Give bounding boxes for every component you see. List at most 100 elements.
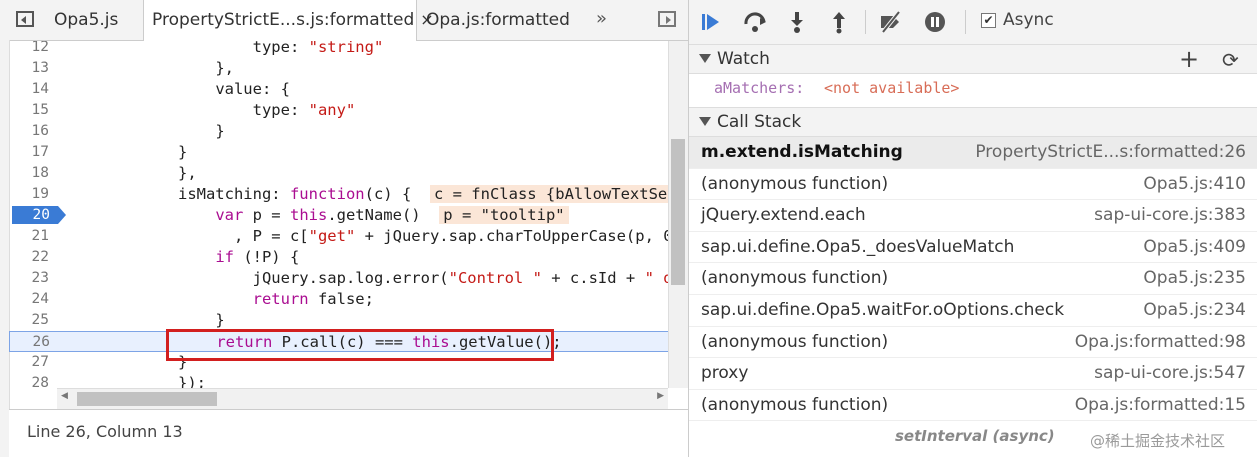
line-number[interactable]: 24 [9,289,49,310]
code-line[interactable]: 22 if (!P) { [9,247,669,268]
deactivate-breakpoints-icon[interactable] [879,10,903,34]
watermark: @稀土掘金技术社区 [1090,432,1226,450]
toolbar-divider [965,10,966,34]
resume-icon[interactable] [699,10,723,34]
line-number[interactable]: 12 [9,41,49,58]
code-line[interactable]: 18 }, [9,163,669,184]
scrollbar-thumb[interactable] [77,392,217,406]
code-text: }, [66,163,197,184]
call-frame-function: proxy [701,363,749,384]
code-line[interactable]: 13 }, [9,58,669,79]
call-stack-section-header[interactable]: Call Stack [689,107,1257,137]
expand-triangle-icon [699,54,711,63]
call-frame[interactable]: (anonymous function) Opa.js:formatted:98 [689,327,1257,359]
code-line[interactable]: 19 isMatching: function(c) { c = fnClass… [9,184,669,205]
code-token: (c) { [364,185,430,203]
code-text: } [66,121,224,142]
line-number[interactable]: 17 [9,142,49,163]
line-number[interactable]: 19 [9,184,49,205]
code-line[interactable]: 15 type: "any" [9,100,669,121]
call-frame[interactable]: proxy sap-ui-core.js:547 [689,358,1257,390]
call-frame-location[interactable]: Opa5.js:234 [1143,300,1246,320]
vertical-scrollbar[interactable] [668,41,689,388]
call-frame-location[interactable]: Opa5.js:410 [1143,174,1246,194]
call-frame[interactable]: (anonymous function) Opa.js:formatted:15 [689,390,1257,422]
code-text: jQuery.sap.log.error("Control " + c.sId … [66,268,669,289]
call-frame-function: (anonymous function) [701,394,889,415]
watch-item[interactable]: aMatchers: <not available> [689,74,1257,106]
call-frame[interactable]: sap.ui.define.Opa5._doesValueMatch Opa5.j… [689,232,1257,264]
toggle-navigator-icon[interactable] [16,11,34,27]
code-line[interactable]: 17 } [9,142,669,163]
code-token: }); [177,374,206,388]
call-frame[interactable]: sap.ui.define.Opa5.waitFor.oOptions.chec… [689,295,1257,327]
call-stack-title: Call Stack [717,112,802,132]
step-into-icon[interactable] [785,10,809,34]
line-number[interactable]: 13 [9,58,49,79]
code-token: jQuery.sap.log.error( [252,269,449,287]
string-token: "any" [308,101,356,119]
refresh-watch-icon[interactable]: ⟳ [1222,47,1239,73]
tab-opa5-js[interactable]: Opa5.js [46,0,126,40]
call-frame-location[interactable]: Opa.js:formatted:15 [1075,395,1246,415]
tab-property-strict-equals[interactable]: PropertyStrictE...s.js:formatted × [143,0,434,41]
line-number[interactable]: 27 [9,352,49,373]
call-frame[interactable]: (anonymous function) Opa5.js:235 [689,263,1257,295]
code-text: type: "string" [66,41,384,58]
toggle-debugger-icon[interactable] [658,11,676,27]
code-token: + c.sId + [541,269,645,287]
watch-section-header[interactable]: Watch + ⟳ [689,44,1257,74]
line-number[interactable]: 18 [9,163,49,184]
tab-opa-js-formatted[interactable]: Opa.js:formatted [418,0,578,40]
call-frame-location[interactable]: sap-ui-core.js:547 [1094,363,1246,383]
line-number[interactable]: 21 [9,226,49,247]
line-number[interactable]: 15 [9,100,49,121]
code-text: } [66,310,225,331]
line-number[interactable]: 23 [9,268,49,289]
call-frame[interactable]: m.extend.isMatching PropertyStrictE...s:f… [689,137,1257,169]
watch-title: Watch [717,49,770,69]
tab-label: Opa5.js [54,10,119,30]
call-frame-location[interactable]: Opa5.js:409 [1143,237,1246,257]
call-frame-location[interactable]: Opa5.js:235 [1143,268,1246,288]
async-checkbox[interactable]: ✔ [981,13,996,28]
scroll-left-icon[interactable]: ◀ [61,391,68,401]
line-number[interactable]: 16 [9,121,49,142]
line-number[interactable]: 28 [9,373,49,388]
editor-tabbar: Opa5.js PropertyStrictE...s.js:formatted… [0,0,688,41]
code-line[interactable]: 20 var p = this.getName() p = "tooltip" [9,205,669,226]
more-tabs-chevron-icon[interactable]: » [596,0,607,40]
add-watch-icon[interactable]: + [1179,45,1199,73]
code-line[interactable]: 12 type: "string" [9,41,669,58]
code-line[interactable]: 14 value: { [9,79,669,100]
code-token: }, [177,164,197,182]
step-over-icon[interactable] [743,10,767,34]
call-frame-location[interactable]: Opa.js:formatted:98 [1075,332,1246,352]
call-frame[interactable]: jQuery.extend.each sap-ui-core.js:383 [689,200,1257,232]
code-line[interactable]: 16 } [9,121,669,142]
breakpoint-marker[interactable]: 20 [12,206,66,224]
code-line[interactable]: 24 return false; [9,289,669,310]
code-token: + jQuery.sap.charToUpperCase(p, 0 [355,227,669,245]
horizontal-scrollbar[interactable]: ◀ ▶ [57,388,668,409]
expand-triangle-icon [699,117,711,126]
code-line[interactable]: 21 , P = c["get" + jQuery.sap.charToUppe… [9,226,669,247]
line-number[interactable]: 25 [9,310,49,331]
code-line[interactable]: 28 }); [9,373,669,388]
call-frame-location[interactable]: PropertyStrictE...s:formatted:26 [975,142,1246,162]
code-text: }, [66,58,234,79]
string-token: "get" [308,227,356,245]
call-frame[interactable]: (anonymous function) Opa5.js:410 [689,169,1257,201]
line-number[interactable]: 26 [10,332,50,353]
scroll-right-icon[interactable]: ▶ [657,391,664,401]
call-frame-location[interactable]: sap-ui-core.js:383 [1094,205,1246,225]
pause-on-exceptions-icon[interactable] [923,10,947,34]
keyword-token: function [289,185,365,203]
scrollbar-thumb[interactable] [671,139,685,285]
line-number[interactable]: 22 [9,247,49,268]
code-line[interactable]: 23 jQuery.sap.log.error("Control " + c.s… [9,268,669,289]
line-number[interactable]: 14 [9,79,49,100]
step-out-icon[interactable] [827,10,851,34]
code-line[interactable]: 25 } [9,310,669,331]
code-token: } [215,311,225,329]
